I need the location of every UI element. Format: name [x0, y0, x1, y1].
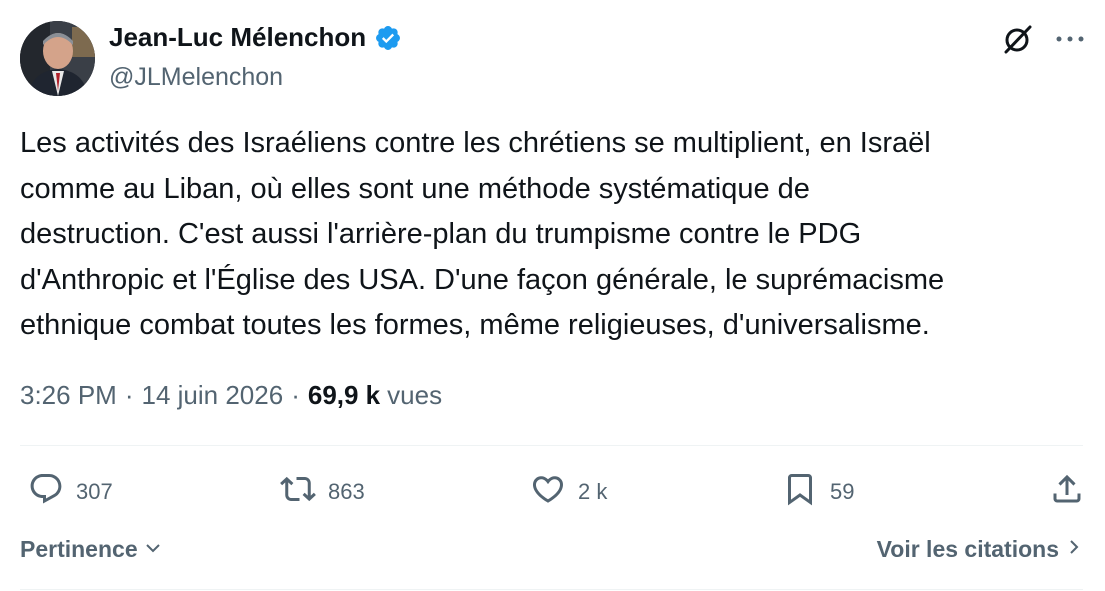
- author-name-row: Jean-Luc Mélenchon: [109, 22, 402, 53]
- author-name[interactable]: Jean-Luc Mélenchon: [109, 22, 366, 53]
- bookmark-button[interactable]: 59: [782, 470, 854, 514]
- repost-count: 863: [328, 479, 365, 504]
- reply-button[interactable]: 307: [28, 470, 113, 514]
- meta-separator: ·: [124, 380, 134, 410]
- reply-count: 307: [76, 479, 113, 504]
- chevron-right-icon: [1065, 536, 1083, 563]
- tweet-time[interactable]: 3:26 PM: [20, 380, 117, 411]
- sort-dropdown[interactable]: Pertinence: [20, 536, 162, 563]
- views-count: 69,9 k: [307, 380, 381, 410]
- tweet-top-actions: [1001, 22, 1085, 56]
- heart-icon: [530, 471, 566, 513]
- view-quotes-label: Voir les citations: [876, 536, 1059, 562]
- tweet-meta: 3:26 PM · 14 juin 2026 · 69,9 k vues: [20, 380, 442, 411]
- replies-footer: Pertinence Voir les citations: [20, 536, 1083, 563]
- repost-icon: [280, 471, 316, 513]
- meta-separator: ·: [291, 380, 300, 410]
- reply-icon: [28, 471, 64, 513]
- chevron-down-icon: [144, 536, 162, 563]
- share-button[interactable]: [1049, 470, 1085, 514]
- bookmark-icon: [782, 471, 818, 513]
- sort-label: Pertinence: [20, 536, 138, 562]
- tweet-date[interactable]: 14 juin 2026: [142, 380, 284, 411]
- divider: [20, 445, 1083, 446]
- share-icon: [1049, 471, 1085, 513]
- repost-button[interactable]: 863: [280, 470, 365, 514]
- avatar-photo: [20, 21, 95, 96]
- grok-icon[interactable]: [1001, 22, 1035, 56]
- tweet-text: Les activités des Israéliens contre les …: [20, 127, 945, 341]
- bookmark-count: 59: [830, 479, 855, 504]
- views-label: vues: [387, 380, 443, 410]
- like-count: 2 k: [578, 479, 608, 504]
- action-bar: 307 863 2 k 59: [20, 470, 1085, 514]
- avatar[interactable]: [20, 21, 95, 96]
- more-icon[interactable]: [1055, 34, 1085, 44]
- view-quotes-link[interactable]: Voir les citations: [877, 536, 1083, 563]
- verified-badge-icon[interactable]: [374, 24, 402, 52]
- author-handle[interactable]: @JLMelenchon: [109, 63, 283, 92]
- like-button[interactable]: 2 k: [530, 470, 607, 514]
- divider: [20, 589, 1083, 590]
